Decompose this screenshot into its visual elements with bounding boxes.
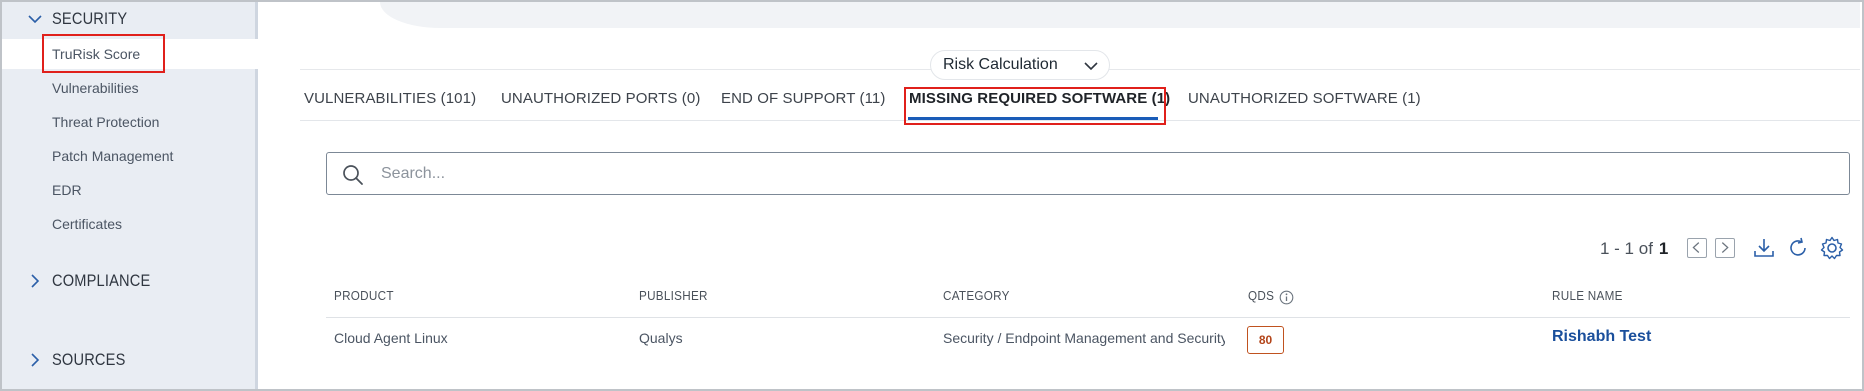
- sidebar-item-label: Threat Protection: [52, 114, 160, 130]
- pagination-range: 1 - 1 of: [1600, 239, 1653, 258]
- sidebar-section-compliance[interactable]: COMPLIANCE: [2, 266, 258, 296]
- refresh-icon[interactable]: [1786, 236, 1810, 260]
- cell-category: Security / Endpoint Management and Secur…: [943, 330, 1225, 346]
- column-header-category[interactable]: CATEGORY: [943, 288, 1010, 303]
- sidebar-item-label: Vulnerabilities: [52, 80, 139, 96]
- chevron-left-icon: [1692, 242, 1700, 253]
- tab-vulnerabilities[interactable]: VULNERABILITIES (101): [304, 90, 476, 107]
- column-header-product[interactable]: PRODUCT: [334, 288, 394, 303]
- sidebar-item-vulnerabilities[interactable]: Vulnerabilities: [2, 73, 258, 103]
- sidebar-item-patch-management[interactable]: Patch Management: [2, 141, 258, 171]
- header-band: [380, 2, 1860, 28]
- sidebar-item-edr[interactable]: EDR: [2, 175, 258, 205]
- previous-page-button[interactable]: [1687, 238, 1707, 258]
- search-box: [326, 152, 1850, 195]
- risk-calculation-label: Risk Calculation: [943, 56, 1058, 73]
- sidebar-item-threat-protection[interactable]: Threat Protection: [2, 107, 258, 137]
- chevron-down-icon: [1084, 62, 1098, 71]
- rule-name-link[interactable]: Rishabh Test: [1552, 328, 1651, 346]
- search-input[interactable]: [381, 159, 1781, 189]
- chevron-down-icon: [28, 15, 42, 24]
- sidebar-section-sources[interactable]: SOURCES: [2, 345, 258, 375]
- chevron-right-icon: [31, 353, 40, 367]
- sidebar-section-security[interactable]: SECURITY: [2, 4, 258, 34]
- table-header-divider: [326, 317, 1850, 318]
- sidebar-section-label: COMPLIANCE: [52, 271, 151, 290]
- chevron-right-icon: [31, 274, 40, 288]
- sidebar-item-label: EDR: [52, 182, 82, 198]
- sidebar-item-certificates[interactable]: Certificates: [2, 209, 258, 239]
- column-header-publisher[interactable]: PUBLISHER: [639, 288, 708, 303]
- pagination: 1 - 1 of 1: [1600, 236, 1668, 262]
- tab-end-of-support[interactable]: END OF SUPPORT (11): [721, 90, 885, 107]
- next-page-button[interactable]: [1715, 238, 1735, 258]
- tab-unauthorized-ports[interactable]: UNAUTHORIZED PORTS (0): [501, 90, 700, 107]
- tab-unauthorized-software[interactable]: UNAUTHORIZED SOFTWARE (1): [1188, 90, 1421, 107]
- highlight-box-tab: [904, 87, 1166, 125]
- column-header-rule-name[interactable]: RULE NAME: [1552, 288, 1623, 303]
- pagination-total: 1: [1658, 239, 1669, 258]
- info-icon[interactable]: [1279, 290, 1294, 305]
- sidebar-section-label: SECURITY: [52, 9, 128, 28]
- qds-badge: 80: [1247, 326, 1284, 354]
- sidebar-item-label: Certificates: [52, 216, 123, 232]
- cell-product: Cloud Agent Linux: [334, 330, 448, 346]
- search-icon: [343, 165, 363, 185]
- sidebar-section-label: SOURCES: [52, 350, 126, 369]
- chevron-right-icon: [1721, 242, 1729, 253]
- sidebar-item-label: Patch Management: [52, 148, 174, 164]
- risk-calculation-dropdown[interactable]: Risk Calculation: [930, 50, 1110, 80]
- cell-publisher: Qualys: [639, 330, 683, 346]
- download-icon[interactable]: [1752, 236, 1776, 260]
- gear-icon[interactable]: [1819, 235, 1845, 261]
- column-header-qds[interactable]: QDS: [1248, 288, 1274, 303]
- highlight-box-trurisk: [42, 34, 165, 73]
